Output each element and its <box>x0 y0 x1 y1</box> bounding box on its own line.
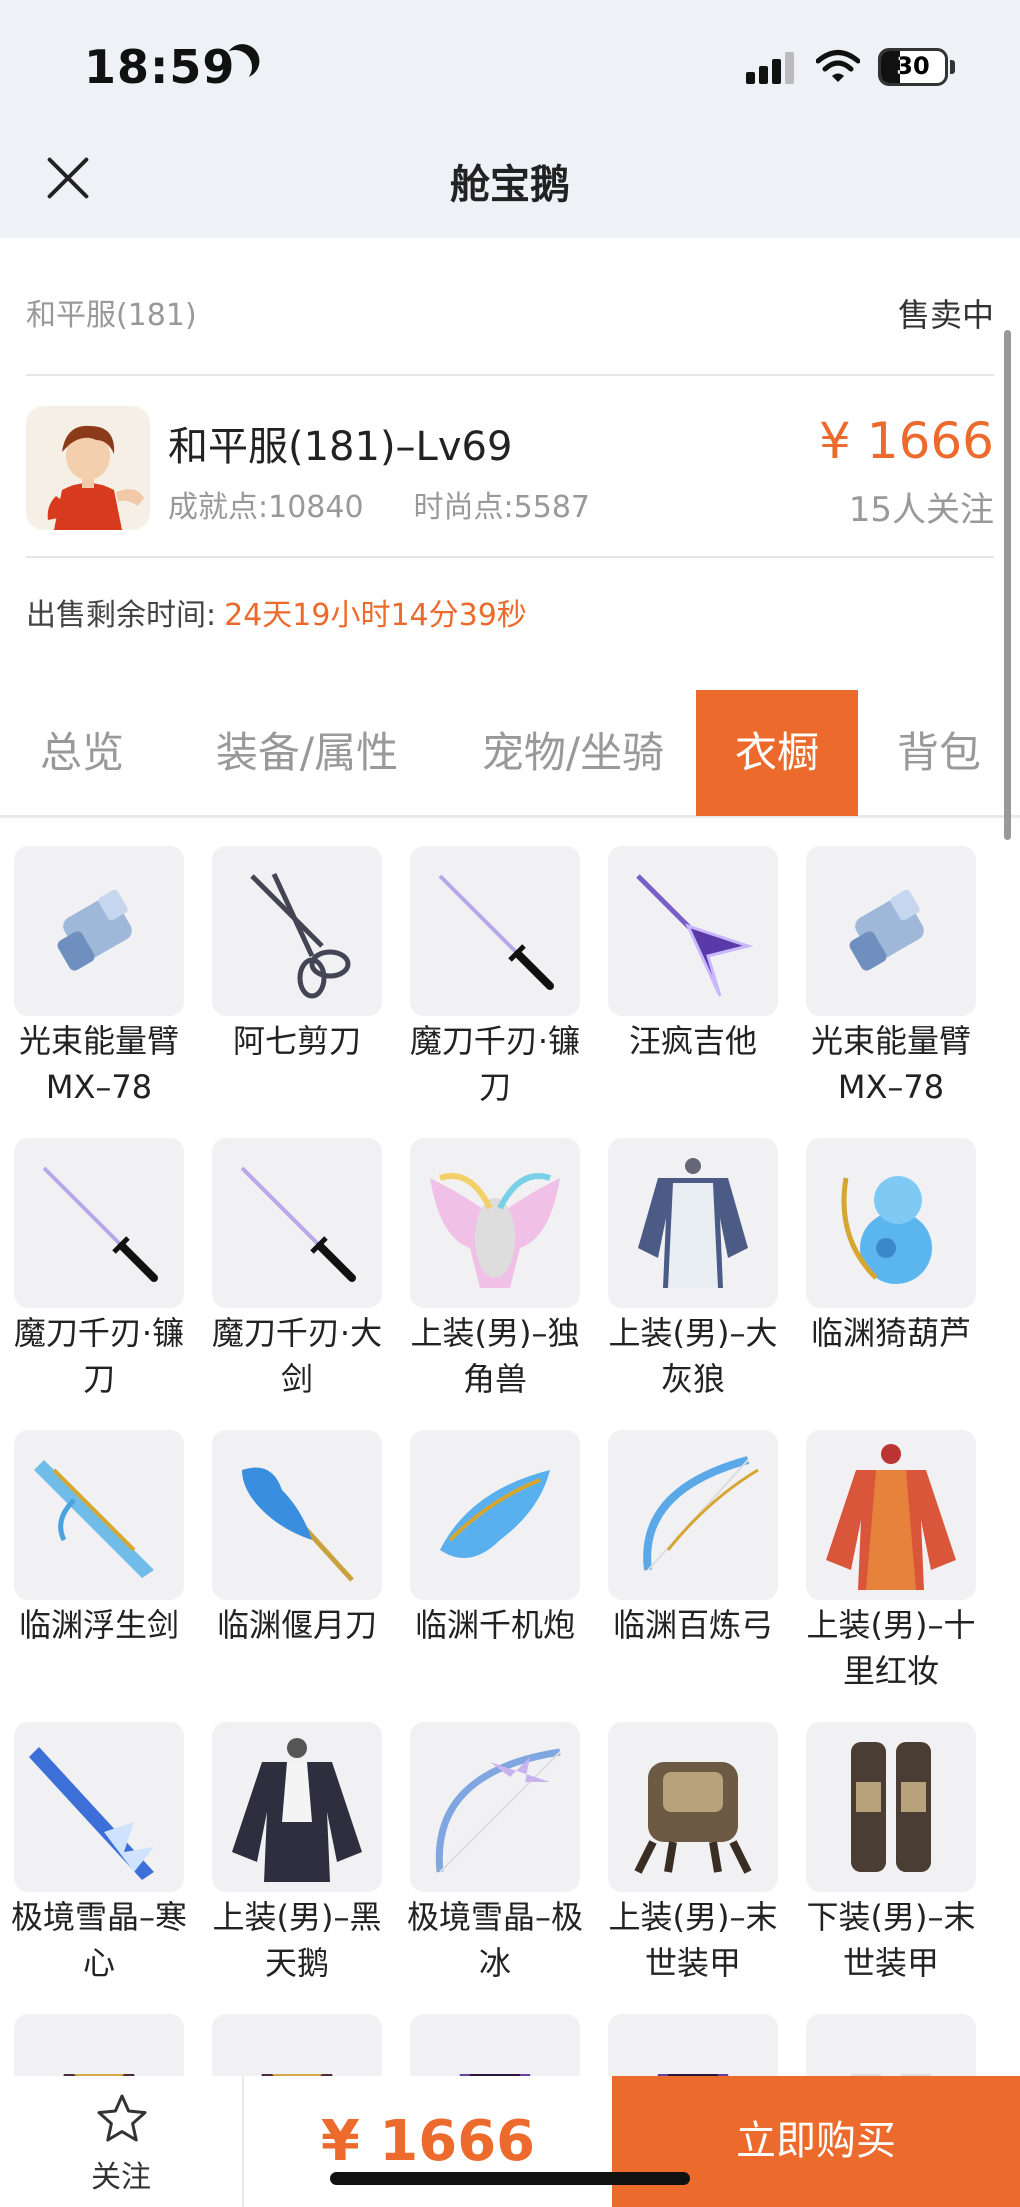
crystal-bow-icon <box>410 1722 580 1892</box>
battery-tip <box>950 60 955 74</box>
wardrobe-item-name: 魔刀千刃·镰刀 <box>409 1022 581 1106</box>
status-badge: 售卖中 <box>897 296 994 334</box>
wardrobe-item-name: 上装(男)–黑天鹅 <box>212 1898 382 1982</box>
crystal-sword-icon <box>14 1722 184 1892</box>
katana-icon <box>212 1138 382 1308</box>
armor-top-icon <box>608 1722 778 1892</box>
wifi-icon <box>816 50 860 82</box>
cannon-icon <box>410 1430 580 1600</box>
wardrobe-item-name: 上装(男)–十里红妆 <box>806 1606 976 1690</box>
scrollbar[interactable] <box>1004 330 1011 840</box>
scissors-icon <box>212 846 382 1016</box>
nav-bar: 舱宝鹅 <box>0 130 1020 238</box>
status-bar: 18:59 30 <box>0 0 1020 130</box>
wardrobe-item-name: 极境雪晶–寒心 <box>10 1898 187 1982</box>
server-name: 和平服(181) <box>26 298 197 333</box>
home-indicator <box>330 2172 690 2185</box>
wardrobe-item-name: 光束能量臂MX–78 <box>18 1022 179 1106</box>
wardrobe-item-name: 上装(男)–独角兽 <box>410 1314 580 1398</box>
wardrobe-item-name: 上装(男)–末世装甲 <box>608 1898 778 1982</box>
remaining-value: 24天19小时14分39秒 <box>224 598 527 633</box>
unicorn-outfit-icon <box>410 1138 580 1308</box>
bottom-bar: 关注 ¥ 1666 立即购买 <box>0 2076 1020 2207</box>
wardrobe-item-name: 临渊浮生剑 <box>18 1606 179 1644</box>
black-swan-outfit-icon <box>212 1722 382 1892</box>
account-stats: 成就点:10840 时尚点:5587 <box>168 482 640 526</box>
bottom-price: ¥ 1666 <box>320 2109 536 2174</box>
header-area: 18:59 30 舱宝鹅 <box>0 0 1020 238</box>
tab-overview[interactable]: 总览 <box>0 690 164 816</box>
wardrobe-item-name: 光束能量臂MX–78 <box>810 1022 971 1106</box>
katana-icon <box>410 846 580 1016</box>
red-robe-icon <box>806 1430 976 1600</box>
bow-icon <box>608 1430 778 1600</box>
fashion-points: 时尚点:5587 <box>413 490 591 525</box>
gourd-icon <box>806 1138 976 1308</box>
wardrobe-item-name: 极境雪晶–极冰 <box>406 1898 583 1982</box>
energy-arm-icon <box>14 846 184 1016</box>
wardrobe-item-name: 阿七剪刀 <box>232 1022 361 1060</box>
remaining-time: 出售剩余时间: 24天19小时14分39秒 <box>26 590 527 634</box>
remaining-label: 出售剩余时间: <box>26 598 217 633</box>
armor-bottom-icon <box>806 1722 976 1892</box>
follow-button[interactable]: 关注 <box>0 2076 244 2207</box>
server-row: 和平服(181) 售卖中 <box>26 238 994 376</box>
tab-backpack[interactable]: 背包 <box>868 690 1010 816</box>
signal-icon <box>746 52 796 84</box>
wardrobe-item-name: 魔刀千刃·大剑 <box>211 1314 383 1398</box>
tab-wardrobe[interactable]: 衣橱 <box>696 690 858 816</box>
account-card[interactable]: 和平服(181)–Lv69 成就点:10840 时尚点:5587 ¥ 1666 1… <box>26 378 994 558</box>
wolf-outfit-icon <box>608 1138 778 1308</box>
wardrobe-item-name: 上装(男)–大灰狼 <box>608 1314 778 1398</box>
wardrobe-item-name: 下装(男)–末世装甲 <box>806 1898 976 1982</box>
follow-label: 关注 <box>91 2160 151 2195</box>
tab-bar: 总览 装备/属性 宠物/坐骑 衣橱 背包 <box>0 690 1020 818</box>
battery-level: 30 <box>896 52 930 80</box>
star-icon <box>97 2094 147 2142</box>
tab-pets[interactable]: 宠物/坐骑 <box>450 690 696 816</box>
buy-now-button[interactable]: 立即购买 <box>612 2076 1020 2207</box>
wardrobe-item-name: 临渊千机炮 <box>414 1606 575 1644</box>
page-title: 舱宝鹅 <box>450 162 570 208</box>
tab-equipment[interactable]: 装备/属性 <box>184 690 430 816</box>
katana-icon <box>14 1138 184 1308</box>
account-title: 和平服(181)–Lv69 <box>168 424 513 470</box>
battery-icon: 30 <box>878 48 948 86</box>
listing-price: ¥ 1666 <box>819 412 994 470</box>
wardrobe-item-name: 临渊猗葫芦 <box>810 1314 971 1352</box>
wardrobe-item-name: 汪疯吉他 <box>628 1022 757 1060</box>
guitar-icon <box>608 846 778 1016</box>
glaive-icon <box>212 1430 382 1600</box>
wardrobe-item-name: 临渊百炼弓 <box>612 1606 773 1644</box>
achievement-points: 成就点:10840 <box>168 490 364 525</box>
ice-sword-icon <box>14 1430 184 1600</box>
wardrobe-item-name: 临渊偃月刀 <box>216 1606 377 1644</box>
wardrobe-item-name: 魔刀千刃·镰刀 <box>13 1314 185 1398</box>
avatar <box>26 406 150 530</box>
status-time: 18:59 <box>84 40 236 94</box>
energy-arm-icon <box>806 846 976 1016</box>
follower-count: 15人关注 <box>848 490 994 530</box>
